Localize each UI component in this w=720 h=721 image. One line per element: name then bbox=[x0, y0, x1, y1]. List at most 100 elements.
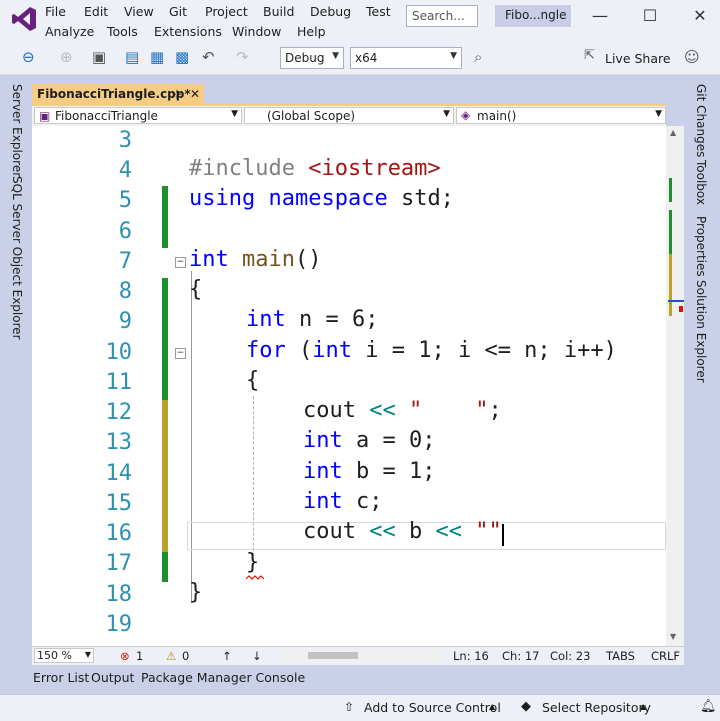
pin-icon[interactable]: ⊹ bbox=[172, 87, 182, 101]
scroll-down-icon[interactable]: ▼ bbox=[670, 632, 676, 641]
open-icon[interactable]: ▤ bbox=[125, 48, 139, 66]
notifications-icon[interactable]: 🔔︎ bbox=[700, 699, 717, 714]
left-tool-rail: Server Explorer SQL Server Object Explor… bbox=[6, 80, 30, 666]
code-line-5: using namespace std; bbox=[189, 186, 454, 211]
change-marker-saved bbox=[162, 552, 168, 582]
code-line-17: } bbox=[246, 550, 260, 575]
line-number: 14 bbox=[105, 461, 133, 486]
line-number: 19 bbox=[105, 612, 133, 637]
add-to-source-control-button[interactable]: Add to Source Control bbox=[364, 700, 501, 715]
menu-project[interactable]: Project bbox=[205, 4, 248, 19]
horizontal-scrollbar[interactable] bbox=[282, 650, 442, 661]
menu-edit[interactable]: Edit bbox=[84, 4, 108, 19]
scope-value: (Global Scope) bbox=[267, 109, 356, 123]
select-repository-button[interactable]: Select Repository bbox=[542, 700, 651, 715]
line-indicator: Ln: 16 bbox=[453, 649, 489, 663]
close-tab-icon[interactable]: ✕ bbox=[190, 87, 200, 101]
feedback-icon[interactable]: ☺ bbox=[684, 48, 700, 66]
search-input[interactable]: Search... bbox=[406, 5, 478, 27]
scroll-up-icon[interactable]: ▲ bbox=[670, 128, 676, 137]
editor-status-strip: 150 % ▼ ⊗ 1 ⚠ 0 ↑ ↓ Ln: 16 Ch: 17 Col: 2… bbox=[32, 646, 684, 665]
project-select[interactable]: ▣ FibonacciTriangle ▼ bbox=[34, 107, 242, 124]
line-number: 17 bbox=[105, 551, 133, 576]
change-marker-unsaved bbox=[162, 400, 168, 552]
menu-analyze[interactable]: Analyze bbox=[45, 24, 94, 39]
platform-value: x64 bbox=[355, 51, 378, 65]
chevron-down-icon: ▼ bbox=[450, 51, 457, 61]
undo-icon[interactable]: ↶ bbox=[202, 48, 215, 66]
member-select[interactable]: ◈ main() ▼ bbox=[456, 107, 666, 124]
next-issue-icon[interactable]: ↓ bbox=[252, 649, 262, 663]
new-project-icon[interactable]: ▣ bbox=[92, 48, 106, 66]
line-number: 6 bbox=[118, 219, 132, 244]
zoom-value: 150 % bbox=[37, 649, 72, 662]
navigate-forward-icon[interactable]: ⊕ bbox=[60, 48, 73, 66]
output-tab[interactable]: Output bbox=[91, 670, 134, 685]
code-line-11: { bbox=[246, 368, 260, 393]
redo-icon[interactable]: ↷ bbox=[236, 48, 249, 66]
chevron-down-icon: ▼ bbox=[332, 51, 339, 61]
previous-issue-icon[interactable]: ↑ bbox=[222, 649, 232, 663]
line-number: 5 bbox=[118, 188, 132, 213]
maximize-icon[interactable]: ☐ bbox=[630, 2, 670, 30]
zoom-select[interactable]: 150 % ▼ bbox=[34, 648, 94, 663]
vertical-scrollbar[interactable]: ▲ ▼ bbox=[666, 126, 684, 646]
chevron-down-icon: ▼ bbox=[84, 650, 91, 659]
configuration-select[interactable]: Debug ▼ bbox=[280, 47, 344, 69]
menu-git[interactable]: Git bbox=[169, 4, 187, 19]
menu-view[interactable]: View bbox=[124, 4, 154, 19]
char-indicator: Ch: 17 bbox=[502, 649, 540, 663]
error-list-tab[interactable]: Error List bbox=[33, 670, 89, 685]
line-number: 13 bbox=[105, 430, 133, 455]
column-indicator: Col: 23 bbox=[550, 649, 591, 663]
line-number: 4 bbox=[118, 158, 132, 183]
horizontal-scroll-thumb[interactable] bbox=[308, 652, 358, 659]
project-value: FibonacciTriangle bbox=[55, 109, 158, 123]
solution-explorer-tab[interactable]: Solution Explorer bbox=[694, 280, 708, 383]
find-icon[interactable]: ⌕ bbox=[474, 48, 482, 66]
document-tab-title: FibonacciTriangle.cpp* bbox=[37, 87, 191, 101]
menu-bar: File Edit View Git Project Build Debug T… bbox=[0, 0, 720, 44]
warning-icon[interactable]: ⚠ bbox=[166, 649, 176, 663]
save-icon[interactable]: ▦ bbox=[150, 48, 164, 66]
menu-debug[interactable]: Debug bbox=[310, 4, 351, 19]
package-manager-console-tab[interactable]: Package Manager Console bbox=[141, 670, 305, 685]
platform-select[interactable]: x64 ▼ bbox=[350, 47, 462, 69]
code-line-15: int c; bbox=[303, 489, 383, 514]
close-window-icon[interactable]: ✕ bbox=[680, 2, 720, 30]
navigate-back-icon[interactable]: ⊖ bbox=[22, 48, 35, 66]
chevron-down-icon: ▼ bbox=[231, 109, 238, 119]
line-ending-indicator[interactable]: CRLF bbox=[651, 649, 680, 663]
toolbox-tab[interactable]: Toolbox bbox=[694, 160, 708, 205]
sql-server-object-explorer-tab[interactable]: SQL Server Object Explorer bbox=[10, 176, 24, 340]
line-number: 8 bbox=[118, 279, 132, 304]
git-changes-tab[interactable]: Git Changes bbox=[694, 84, 708, 157]
error-squiggle bbox=[246, 575, 264, 580]
menu-test[interactable]: Test bbox=[366, 4, 391, 19]
collapse-toggle-icon[interactable]: − bbox=[175, 257, 186, 268]
properties-tab[interactable]: Properties bbox=[694, 216, 708, 277]
menu-help[interactable]: Help bbox=[297, 24, 326, 39]
line-number: 12 bbox=[105, 400, 133, 425]
menu-window[interactable]: Window bbox=[232, 24, 281, 39]
save-all-icon[interactable]: ▩ bbox=[175, 48, 189, 66]
document-tab[interactable]: FibonacciTriangle.cpp* ⊹ ✕ bbox=[32, 84, 204, 104]
minimize-icon[interactable]: — bbox=[580, 2, 620, 30]
error-icon[interactable]: ⊗ bbox=[120, 649, 130, 663]
live-share-button[interactable]: Live Share bbox=[605, 51, 671, 66]
code-line-13: int a = 0; bbox=[303, 428, 436, 453]
overview-caret-mark bbox=[668, 300, 684, 302]
code-editor[interactable]: 3 4 5 6 7 8 9 10 11 12 13 14 15 16 17 18… bbox=[32, 126, 666, 646]
live-share-icon[interactable]: ⇱ bbox=[584, 48, 595, 63]
menu-build[interactable]: Build bbox=[263, 4, 294, 19]
collapse-toggle-icon[interactable]: − bbox=[175, 348, 186, 359]
scope-select[interactable]: (Global Scope) ▼ bbox=[244, 107, 454, 124]
visual-studio-logo-icon[interactable] bbox=[10, 5, 38, 33]
menu-extensions[interactable]: Extensions bbox=[154, 24, 222, 39]
line-number: 7 bbox=[118, 249, 132, 274]
menu-tools[interactable]: Tools bbox=[107, 24, 138, 39]
menu-file[interactable]: File bbox=[45, 4, 66, 19]
server-explorer-tab[interactable]: Server Explorer bbox=[10, 84, 24, 177]
right-tool-rail: Git Changes Toolbox Properties Solution … bbox=[690, 80, 714, 666]
indent-mode-indicator[interactable]: TABS bbox=[606, 649, 635, 663]
